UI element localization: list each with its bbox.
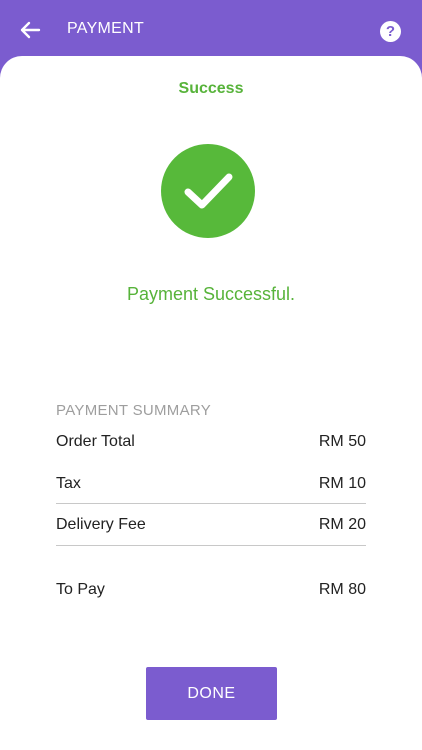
summary-heading: PAYMENT SUMMARY	[56, 402, 212, 419]
page-title: PAYMENT	[67, 20, 145, 37]
summary-row-tax: Tax RM 10	[56, 464, 366, 504]
total-label: To Pay	[56, 581, 105, 598]
divider	[56, 545, 366, 546]
divider	[56, 503, 366, 504]
app-header: PAYMENT ?	[0, 0, 422, 60]
done-button[interactable]: DONE	[146, 667, 277, 720]
total-value: RM 80	[318, 581, 366, 598]
summary-row-to-pay: To Pay RM 80	[56, 570, 366, 610]
summary-row-value: RM 50	[318, 433, 366, 450]
summary-row-value: RM 10	[318, 475, 366, 492]
checkmark-icon	[184, 173, 233, 209]
summary-row-delivery-fee: Delivery Fee RM 20	[56, 505, 366, 545]
help-button[interactable]: ?	[380, 21, 401, 42]
summary-row-label: Delivery Fee	[56, 516, 146, 533]
summary-row-label: Tax	[56, 475, 81, 492]
question-icon: ?	[385, 23, 396, 40]
summary-row-label: Order Total	[56, 433, 135, 450]
back-button[interactable]	[14, 16, 46, 44]
success-badge	[161, 144, 255, 238]
status-label: Success	[178, 80, 244, 97]
summary-row-order-total: Order Total RM 50	[56, 422, 366, 462]
success-message: Payment Successful.	[126, 284, 296, 304]
arrow-left-icon	[20, 21, 41, 39]
summary-row-value: RM 20	[318, 516, 366, 533]
payment-screen: PAYMENT ? Success Payment Successful. PA…	[0, 0, 422, 750]
content-card: Success Payment Successful. PAYMENT SUMM…	[0, 56, 422, 750]
